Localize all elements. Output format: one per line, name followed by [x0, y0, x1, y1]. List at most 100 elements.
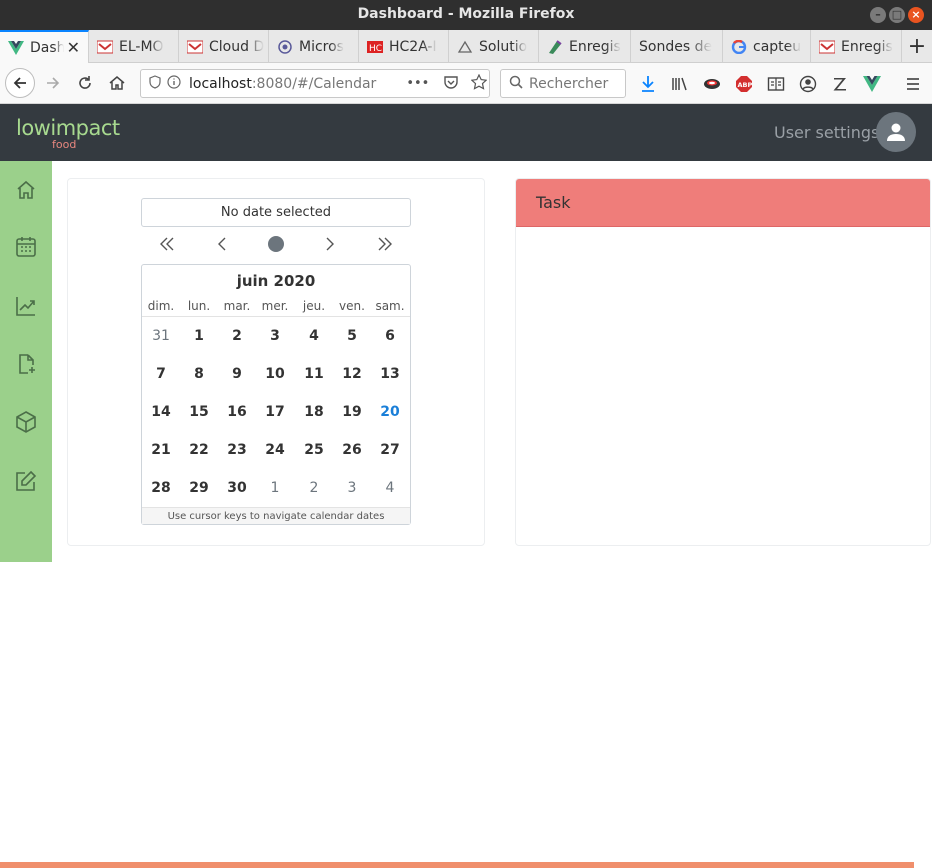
calendar-day[interactable]: 3 [333, 472, 371, 504]
calendar-day[interactable]: 11 [295, 358, 333, 390]
calendar-day[interactable]: 4 [295, 320, 333, 352]
reload-button[interactable] [70, 68, 100, 98]
weekday-divider [142, 316, 410, 317]
tab-label: Dashboard [30, 39, 64, 56]
calendar-day[interactable]: 25 [295, 434, 333, 466]
prev-year-button[interactable] [152, 232, 182, 256]
tab-capteu[interactable]: capteu [723, 30, 811, 63]
info-icon[interactable] [167, 74, 181, 93]
adblock-icon[interactable]: ABP [733, 73, 755, 95]
calendar-day[interactable]: 2 [218, 320, 256, 352]
user-settings-link[interactable]: User settings [774, 123, 879, 142]
close-tab-icon[interactable]: ✕ [67, 38, 80, 57]
calendar-day[interactable]: 1 [180, 320, 218, 352]
calendar-day[interactable]: 19 [333, 396, 371, 428]
calendar-day[interactable]: 26 [333, 434, 371, 466]
edit-icon[interactable] [14, 469, 38, 493]
tab-el-mo[interactable]: EL-MO [89, 30, 179, 63]
back-button[interactable] [5, 68, 35, 98]
pocket-icon[interactable] [443, 75, 459, 93]
calendar-day[interactable]: 24 [256, 434, 294, 466]
avatar[interactable] [876, 112, 916, 152]
shield-icon [149, 74, 161, 93]
search-input[interactable]: Rechercher [500, 69, 626, 98]
calendar-day[interactable]: 30 [218, 472, 256, 504]
calendar-day[interactable]: 29 [180, 472, 218, 504]
calendar-day-today[interactable]: 20 [371, 396, 409, 428]
calendar-day[interactable]: 12 [333, 358, 371, 390]
calendar-day[interactable]: 23 [218, 434, 256, 466]
home-button[interactable] [102, 68, 132, 98]
forward-button[interactable] [38, 68, 68, 98]
calendar-day[interactable]: 21 [142, 434, 180, 466]
calendar-day[interactable]: 16 [218, 396, 256, 428]
calendar-day[interactable]: 2 [295, 472, 333, 504]
weekday-label: mer. [261, 299, 289, 313]
calendar-icon[interactable] [14, 235, 38, 259]
next-month-button[interactable] [315, 232, 345, 256]
calendar-day[interactable]: 31 [142, 320, 180, 352]
calendar-day[interactable]: 9 [218, 358, 256, 390]
tab-enregis-1[interactable]: Enregis [539, 30, 631, 63]
home-icon[interactable] [14, 178, 38, 202]
hamburger-menu-icon[interactable] [902, 73, 924, 95]
url-bar[interactable]: localhost:8080/#/Calendar ••• [140, 69, 490, 98]
library-icon[interactable] [669, 73, 691, 95]
calendar-day[interactable]: 14 [142, 396, 180, 428]
calendar-day[interactable]: 10 [256, 358, 294, 390]
logo-main[interactable]: lowimpact [16, 116, 120, 140]
tab-hc2a[interactable]: HC HC2A-I [359, 30, 449, 63]
bookmark-star-icon[interactable] [470, 73, 488, 94]
tab-micros[interactable]: Micros [269, 30, 359, 63]
calendar-day[interactable]: 6 [371, 320, 409, 352]
app-header: lowimpact food User settings [0, 104, 932, 161]
calendar-day[interactable]: 5 [333, 320, 371, 352]
tab-label: Enregis [569, 38, 621, 55]
calendar-day[interactable]: 28 [142, 472, 180, 504]
zotero-icon[interactable] [829, 73, 851, 95]
tab-sondes[interactable]: Sondes de [631, 30, 723, 63]
page-actions-button[interactable]: ••• [406, 76, 429, 91]
calendar-day[interactable]: 13 [371, 358, 409, 390]
maximize-button[interactable]: □ [889, 7, 905, 23]
tab-label: Sondes de [639, 38, 713, 55]
new-tab-button[interactable]: + [902, 30, 932, 63]
calendar-day[interactable]: 15 [180, 396, 218, 428]
close-window-button[interactable]: × [908, 7, 924, 23]
circle-dot-icon [268, 236, 284, 252]
next-year-button[interactable] [370, 232, 400, 256]
minimize-button[interactable]: – [870, 7, 886, 23]
search-icon [509, 75, 523, 93]
downloads-icon[interactable] [637, 73, 659, 95]
calendar-day[interactable]: 8 [180, 358, 218, 390]
calendar-day[interactable]: 4 [371, 472, 409, 504]
tab-solutio[interactable]: Solutio [449, 30, 539, 63]
calendar-day[interactable]: 27 [371, 434, 409, 466]
site-icon [457, 40, 473, 54]
tab-enregis-2[interactable]: Enregis [811, 30, 902, 63]
tab-cloud[interactable]: Cloud D [179, 30, 269, 63]
site-icon [818, 40, 836, 54]
reader-view-icon[interactable] [765, 73, 787, 95]
vue-devtools-icon[interactable] [861, 73, 883, 95]
account-icon[interactable] [797, 73, 819, 95]
current-month-button[interactable] [261, 232, 291, 256]
user-icon [887, 123, 905, 141]
weekday-label: sam. [375, 299, 405, 313]
file-add-icon[interactable] [14, 352, 38, 376]
calendar-day[interactable]: 7 [142, 358, 180, 390]
tab-dashboard[interactable]: Dashboard ✕ [0, 30, 89, 63]
calendar-day[interactable]: 3 [256, 320, 294, 352]
url-host: localhost [189, 75, 252, 92]
calendar-day[interactable]: 17 [256, 396, 294, 428]
calendar-day[interactable]: 22 [180, 434, 218, 466]
chart-icon[interactable] [14, 294, 38, 318]
calendar-day[interactable]: 18 [295, 396, 333, 428]
calendar-day[interactable]: 1 [256, 472, 294, 504]
calendar-month-label: juin 2020 [236, 272, 316, 290]
box-icon[interactable] [14, 410, 38, 434]
site-icon [277, 39, 293, 54]
extension-disc-icon[interactable] [701, 73, 723, 95]
prev-month-button[interactable] [207, 232, 237, 256]
bottom-bar [0, 862, 914, 868]
